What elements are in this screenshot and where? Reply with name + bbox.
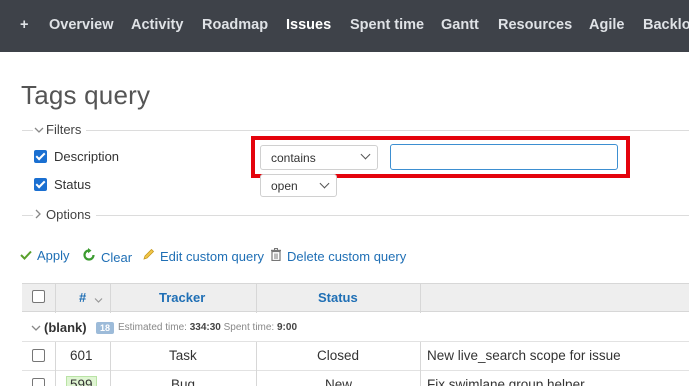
clear-button[interactable]: Clear [82,248,132,265]
issue-subject[interactable]: Fix swimlane group helper [427,377,585,386]
issue-status: New [325,377,353,386]
col-divider [420,283,421,313]
row-checkbox[interactable] [32,378,45,386]
nav-roadmap[interactable]: Roadmap [202,17,268,33]
filters-legend: Filters [46,122,82,137]
pencil-icon [142,248,155,264]
top-menu: + Overview Activity Roadmap Issues Spent… [0,0,689,52]
nav-spent-time[interactable]: Spent time [350,17,424,33]
col-divider [420,342,421,371]
checkmark-icon [20,248,32,263]
delete-query-label: Delete custom query [287,249,407,264]
filters-toggle[interactable]: Filters [34,122,81,137]
col-divider [110,371,111,386]
options-border-right [96,215,689,216]
status-operator-value: open [271,179,298,193]
estimated-time-value: 334:30 [189,322,221,333]
col-divider [420,371,421,386]
description-filter-label: Description [54,149,120,164]
apply-label: Apply [37,248,70,263]
issue-id[interactable]: 601 [70,348,93,363]
col-divider [55,283,56,313]
group-count-badge: 18 [96,322,115,334]
status-operator-select[interactable]: open [260,174,337,197]
nav-agile[interactable]: Agile [589,17,624,33]
edit-query-label: Edit custom query [160,249,265,264]
column-header-tracker[interactable]: Tracker [159,290,205,305]
chevron-right-icon [34,209,46,222]
description-filter-checkbox[interactable] [34,150,47,163]
trash-icon [270,248,282,264]
nav-activity[interactable]: Activity [131,17,183,33]
options-legend: Options [46,207,91,222]
select-all-checkbox[interactable] [32,290,45,303]
filters-border-right [86,130,689,131]
issue-id[interactable]: 599 [66,376,97,386]
page-title: Tags query [21,80,151,110]
col-divider [256,342,257,371]
chevron-down-icon [319,178,330,189]
table-row[interactable] [22,371,689,386]
group-toggle[interactable]: (blank) [31,320,87,335]
column-header-status[interactable]: Status [318,290,358,305]
edit-query-button[interactable]: Edit custom query [142,248,264,264]
chevron-down-icon [94,292,103,307]
spent-time-label: Spent time: [223,322,275,333]
chevron-down-icon [34,125,46,137]
row-checkbox[interactable] [32,349,45,362]
group-totals: Estimated time: 334:30 Spent time: 9:00 [118,322,297,333]
nav-backlog[interactable]: Backlog [643,17,689,33]
issue-tracker: Task [169,348,197,363]
column-header-id[interactable]: # [79,290,86,305]
options-border-left [22,215,33,216]
nav-gantt[interactable]: Gantt [441,17,479,33]
estimated-time-label: Estimated time: [118,322,187,333]
delete-query-button[interactable]: Delete custom query [270,248,406,264]
clear-label: Clear [101,250,133,265]
nav-resources[interactable]: Resources [498,17,572,33]
issue-subject[interactable]: New live_search scope for issue [427,348,621,363]
col-divider [110,283,111,313]
apply-button[interactable]: Apply [20,248,70,263]
col-divider [55,342,56,371]
nav-overview[interactable]: Overview [49,17,114,33]
filters-border-left [22,130,33,131]
nav-new-icon[interactable]: + [20,17,28,33]
issue-tracker: Bug [171,377,196,386]
col-divider [110,342,111,371]
reload-icon [82,248,96,265]
spent-time-value: 9:00 [277,322,298,333]
status-filter-label: Status [54,177,91,192]
group-name: (blank) [44,320,87,335]
status-filter-checkbox[interactable] [34,178,47,191]
nav-issues[interactable]: Issues [286,17,331,33]
issue-status: Closed [317,348,360,363]
options-toggle[interactable]: Options [34,207,91,222]
col-divider [55,371,56,386]
chevron-down-icon [31,325,41,331]
highlight-box [251,136,630,178]
col-divider [256,371,257,386]
col-divider [256,283,257,313]
